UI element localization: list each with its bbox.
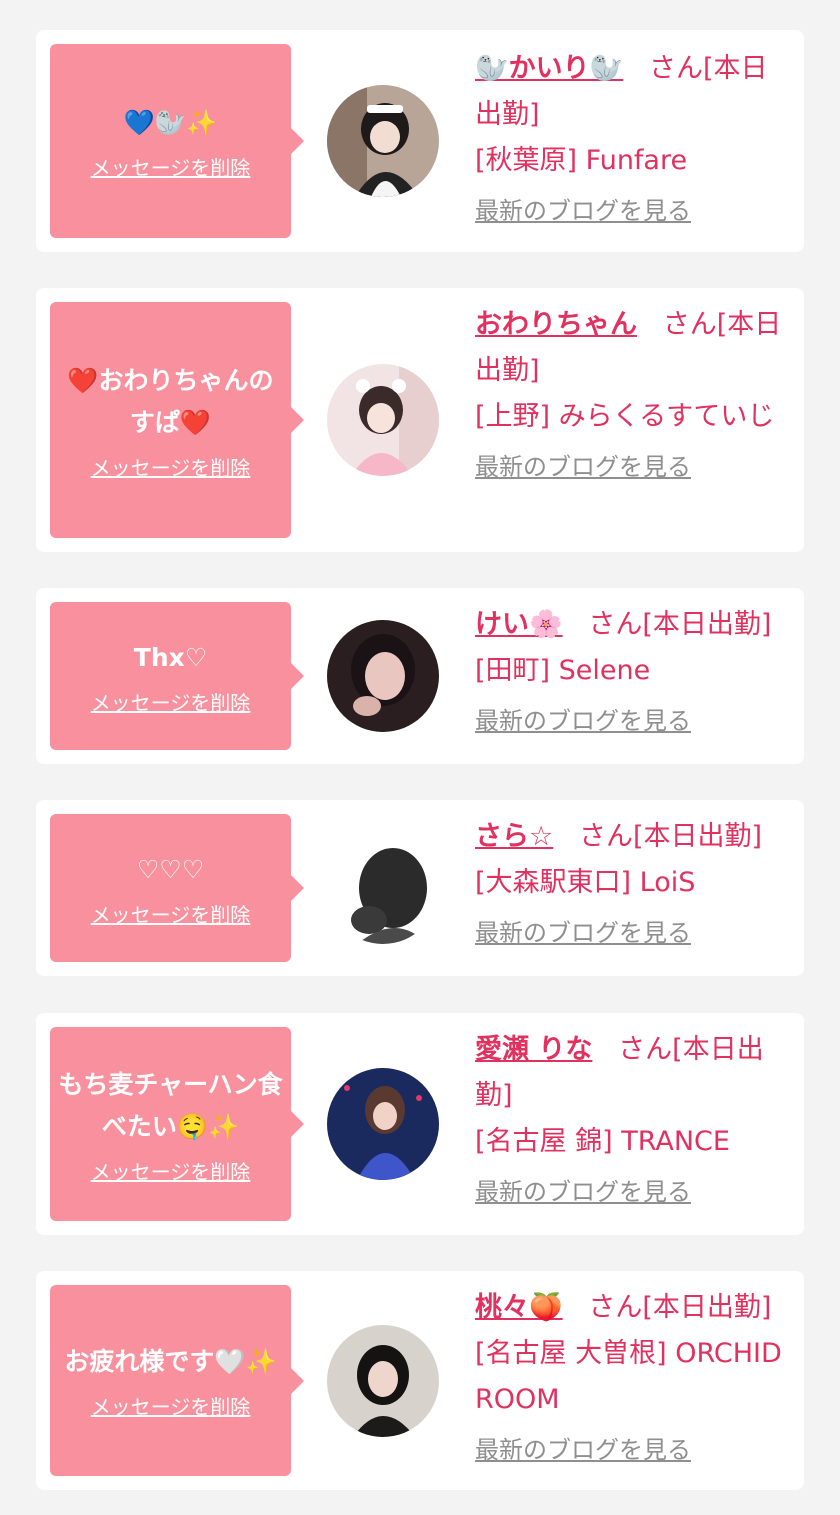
cast-name-link[interactable]: 愛瀬 りな xyxy=(475,1034,592,1065)
cast-name-link[interactable]: 🦭かいり🦭 xyxy=(475,53,623,84)
message-card: 💙🦭✨ メッセージを削除 🦭かいり🦭 さん[本日出勤] [秋葉原] Funfar… xyxy=(36,30,804,252)
latest-blog-link[interactable]: 最新のブログを見る xyxy=(475,1433,793,1467)
message-card: ❤️おわりちゃんのすぱ❤️ メッセージを削除 おわりちゃん さん[本日出勤] [… xyxy=(36,288,804,552)
message-text: お疲れ様です🤍✨ xyxy=(64,1347,277,1376)
message-bubble: ❤️おわりちゃんのすぱ❤️ メッセージを削除 xyxy=(50,302,304,538)
cast-info: けい🌸 さん[本日出勤] [田町] Selene 最新のブログを見る xyxy=(475,602,793,738)
cast-info: おわりちゃん さん[本日出勤] [上野] みらくるすていじ 最新のブログを見る xyxy=(475,302,793,484)
message-bubble: お疲れ様です🤍✨ メッセージを削除 xyxy=(50,1285,304,1476)
cast-status: さん[本日出勤] xyxy=(578,821,763,852)
cast-location: [名古屋 錦] TRANCE xyxy=(475,1126,730,1157)
delete-message-link[interactable]: メッセージを削除 xyxy=(91,687,251,716)
message-card: ♡♡♡ メッセージを削除 さら☆ さん[本日出勤] [大森駅東口] LoiS 最… xyxy=(36,800,804,976)
avatar[interactable] xyxy=(327,364,439,476)
delete-message-link[interactable]: メッセージを削除 xyxy=(91,1156,251,1185)
delete-message-link[interactable]: メッセージを削除 xyxy=(91,452,251,481)
cast-status: さん[本日出勤] xyxy=(588,1292,772,1323)
message-card: もち麦チャーハン食べたい🤤✨ メッセージを削除 愛瀬 りな さん[本日出勤] [… xyxy=(36,1013,804,1235)
cast-location: [名古屋 大曽根] ORCHID ROOM xyxy=(475,1338,782,1415)
avatar[interactable] xyxy=(327,1068,439,1180)
latest-blog-link[interactable]: 最新のブログを見る xyxy=(475,450,793,484)
cast-status: さん[本日出勤] xyxy=(588,609,772,640)
cast-name-link[interactable]: けい🌸 xyxy=(475,609,563,640)
cast-name-link[interactable]: さら☆ xyxy=(475,821,553,852)
message-text: 💙🦭✨ xyxy=(123,107,218,137)
avatar[interactable] xyxy=(327,620,439,732)
message-text: ❤️おわりちゃんのすぱ❤️ xyxy=(67,365,274,437)
message-text: Thx♡ xyxy=(133,642,208,672)
cast-info: 愛瀬 りな さん[本日出勤] [名古屋 錦] TRANCE 最新のブログを見る xyxy=(475,1027,793,1209)
latest-blog-link[interactable]: 最新のブログを見る xyxy=(475,916,793,950)
latest-blog-link[interactable]: 最新のブログを見る xyxy=(475,704,793,738)
message-bubble: 💙🦭✨ メッセージを削除 xyxy=(50,44,304,238)
cast-location: [田町] Selene xyxy=(475,655,651,686)
cast-name-link[interactable]: 桃々🍑 xyxy=(475,1292,563,1323)
message-bubble: ♡♡♡ メッセージを削除 xyxy=(50,814,304,962)
message-bubble: Thx♡ メッセージを削除 xyxy=(50,602,304,750)
message-bubble: もち麦チャーハン食べたい🤤✨ メッセージを削除 xyxy=(50,1027,304,1221)
delete-message-link[interactable]: メッセージを削除 xyxy=(91,152,251,181)
cast-name-link[interactable]: おわりちゃん xyxy=(475,309,637,340)
cast-info: 🦭かいり🦭 さん[本日出勤] [秋葉原] Funfare 最新のブログを見る xyxy=(475,46,793,228)
cast-location: [大森駅東口] LoiS xyxy=(475,867,696,898)
cast-location: [上野] みらくるすていじ xyxy=(475,401,775,432)
message-card: Thx♡ メッセージを削除 けい🌸 さん[本日出勤] [田町] Selene 最… xyxy=(36,588,804,764)
avatar[interactable] xyxy=(327,1325,439,1437)
delete-message-link[interactable]: メッセージを削除 xyxy=(91,1391,251,1420)
cast-info: 桃々🍑 さん[本日出勤] [名古屋 大曽根] ORCHID ROOM 最新のブロ… xyxy=(475,1285,793,1467)
message-text: もち麦チャーハン食べたい🤤✨ xyxy=(58,1069,283,1141)
avatar[interactable] xyxy=(327,85,439,197)
cast-location: [秋葉原] Funfare xyxy=(475,145,688,176)
latest-blog-link[interactable]: 最新のブログを見る xyxy=(475,1175,793,1209)
delete-message-link[interactable]: メッセージを削除 xyxy=(91,899,251,928)
message-text: ♡♡♡ xyxy=(136,854,205,884)
latest-blog-link[interactable]: 最新のブログを見る xyxy=(475,194,793,228)
avatar[interactable] xyxy=(327,832,439,944)
cast-info: さら☆ さん[本日出勤] [大森駅東口] LoiS 最新のブログを見る xyxy=(475,814,793,950)
message-card: お疲れ様です🤍✨ メッセージを削除 桃々🍑 さん[本日出勤] [名古屋 大曽根]… xyxy=(36,1271,804,1490)
